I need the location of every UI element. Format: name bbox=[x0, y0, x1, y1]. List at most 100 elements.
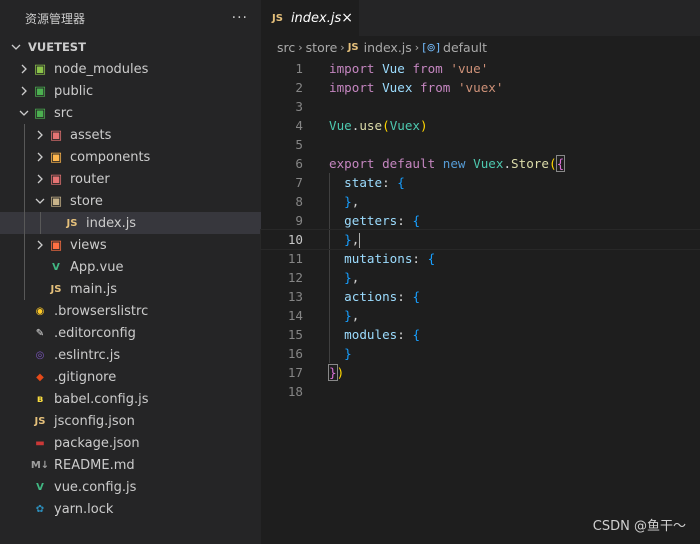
tree-item-label: babel.config.js bbox=[54, 391, 149, 407]
code-line: 1 import Vue from 'vue' bbox=[261, 59, 700, 78]
chevron-right-icon: › bbox=[298, 40, 303, 54]
indent-guide bbox=[24, 212, 25, 234]
tree-item[interactable]: ◆ .gitignore bbox=[0, 366, 261, 388]
line-number: 14 bbox=[287, 308, 303, 323]
editor-area: JS index.js × src › store › JS index.js … bbox=[260, 0, 700, 544]
components-folder-icon: ▣ bbox=[49, 149, 63, 165]
code-line: 17}) bbox=[261, 363, 700, 382]
babel-icon: ʙ bbox=[36, 393, 44, 405]
line-number: 18 bbox=[287, 384, 303, 399]
tree-item-label: assets bbox=[70, 127, 112, 143]
tree-item[interactable]: ✿ yarn.lock bbox=[0, 498, 261, 520]
eslint-icon: ◎ bbox=[35, 349, 45, 361]
tree-item-label: .browserslistrc bbox=[54, 303, 149, 319]
line-number: 6 bbox=[295, 156, 303, 171]
code-line: 18 bbox=[261, 382, 700, 401]
code-line-current: 10 }, bbox=[260, 229, 700, 250]
code-line: 15 modules: { bbox=[261, 325, 700, 344]
close-icon[interactable]: × bbox=[341, 10, 353, 26]
npm-icon: ▬ bbox=[35, 437, 45, 449]
explorer-header: 资源管理器 ··· bbox=[0, 0, 261, 36]
tree-item-label: node_modules bbox=[54, 61, 149, 77]
symbol-module-icon: [⊚] bbox=[422, 40, 441, 54]
line-number: 13 bbox=[287, 289, 303, 304]
chevron-right-icon: › bbox=[340, 40, 345, 54]
markdown-icon: M↓ bbox=[30, 459, 50, 471]
browserslist-icon: ◉ bbox=[35, 305, 45, 317]
tree-item[interactable]: JS main.js bbox=[0, 278, 261, 300]
src-folder-icon: ▣ bbox=[33, 105, 47, 121]
code-editor[interactable]: 1 import Vue from 'vue' 2 import Vuex from… bbox=[260, 59, 700, 401]
text-cursor bbox=[359, 233, 361, 248]
tree-item-label: package.json bbox=[54, 435, 140, 451]
more-actions-icon[interactable]: ··· bbox=[232, 10, 248, 26]
indent-guide bbox=[24, 146, 25, 168]
tree-item[interactable]: ▣ assets bbox=[0, 124, 261, 146]
indent-guide bbox=[24, 234, 25, 256]
code-line: 9 getters: { bbox=[261, 211, 700, 230]
chevron-right-icon bbox=[32, 130, 48, 140]
jsconfig-icon: JS bbox=[34, 415, 46, 427]
breadcrumb-symbol[interactable]: default bbox=[443, 40, 487, 55]
code-line: 3 bbox=[261, 97, 700, 116]
tree-item-label: views bbox=[70, 237, 107, 253]
tree-item[interactable]: ◎ .eslintrc.js bbox=[0, 344, 261, 366]
line-number: 12 bbox=[287, 270, 303, 285]
tree-item-label: App.vue bbox=[70, 259, 124, 275]
breadcrumb-src[interactable]: src bbox=[277, 40, 295, 55]
tree-item-label: index.js bbox=[86, 215, 137, 231]
tree-item-label: jsconfig.json bbox=[54, 413, 135, 429]
tab-index-js[interactable]: JS index.js × bbox=[261, 0, 359, 36]
tree-item[interactable]: ▣ src bbox=[0, 102, 261, 124]
breadcrumb-store[interactable]: store bbox=[306, 40, 338, 55]
tree-item[interactable]: ▣ node_modules bbox=[0, 58, 261, 80]
tree-item-label: yarn.lock bbox=[54, 501, 114, 517]
watermark: CSDN @鱼干～ bbox=[592, 519, 686, 534]
assets-folder-icon: ▣ bbox=[49, 127, 63, 143]
tree-item[interactable]: ▣ router bbox=[0, 168, 261, 190]
tree-item[interactable]: ▣ public bbox=[0, 80, 261, 102]
line-number: 8 bbox=[295, 194, 303, 209]
workspace-root-label: VUETEST bbox=[28, 40, 86, 54]
tab-label: index.js bbox=[290, 10, 342, 26]
public-folder-icon: ▣ bbox=[33, 83, 47, 99]
tree-item[interactable]: V App.vue bbox=[0, 256, 261, 278]
views-folder-icon: ▣ bbox=[49, 237, 63, 253]
tree-item[interactable]: ▣ views bbox=[0, 234, 261, 256]
code-line: 11 mutations: { bbox=[261, 249, 700, 268]
workspace-root[interactable]: VUETEST bbox=[0, 36, 261, 58]
js-file-icon: JS bbox=[66, 217, 78, 229]
code-line: 5 bbox=[261, 135, 700, 154]
tree-item[interactable]: ✎ .editorconfig bbox=[0, 322, 261, 344]
code-line: 6 export default new Vuex.Store({ bbox=[261, 154, 700, 173]
js-file-icon: JS bbox=[272, 12, 283, 24]
tree-item[interactable]: JS index.js bbox=[0, 212, 261, 234]
chevron-right-icon bbox=[32, 240, 48, 250]
tree-item-label: store bbox=[70, 193, 103, 209]
tree-item-label: main.js bbox=[70, 281, 117, 297]
tree-item[interactable]: ▬ package.json bbox=[0, 432, 261, 454]
indent-guide bbox=[40, 212, 41, 234]
breadcrumb-file[interactable]: index.js bbox=[364, 40, 412, 55]
tree-item[interactable]: ▣ store bbox=[0, 190, 261, 212]
tree-item[interactable]: JS jsconfig.json bbox=[0, 410, 261, 432]
chevron-down-icon bbox=[8, 42, 24, 52]
tree-item-label: router bbox=[70, 171, 110, 187]
tab-bar: JS index.js × bbox=[261, 0, 700, 36]
indent-guide bbox=[24, 278, 25, 300]
editorconfig-icon: ✎ bbox=[35, 327, 45, 339]
tree-item-label: components bbox=[70, 149, 151, 165]
code-line: 14 }, bbox=[261, 306, 700, 325]
code-line: 16 } bbox=[261, 344, 700, 363]
tree-item[interactable]: ▣ components bbox=[0, 146, 261, 168]
line-number: 16 bbox=[287, 346, 303, 361]
tree-item[interactable]: ◉ .browserslistrc bbox=[0, 300, 261, 322]
git-icon: ◆ bbox=[36, 371, 44, 383]
file-tree: VUETEST ▣ node_modules ▣ public ▣ src ▣ assets ▣… bbox=[0, 36, 261, 520]
tree-item[interactable]: M↓ README.md bbox=[0, 454, 261, 476]
indent-guide bbox=[24, 190, 25, 212]
code-line: 12 }, bbox=[261, 268, 700, 287]
tree-item[interactable]: ʙ babel.config.js bbox=[0, 388, 261, 410]
js-file-icon: JS bbox=[347, 41, 359, 53]
tree-item[interactable]: Vvue.config.js bbox=[0, 476, 261, 498]
